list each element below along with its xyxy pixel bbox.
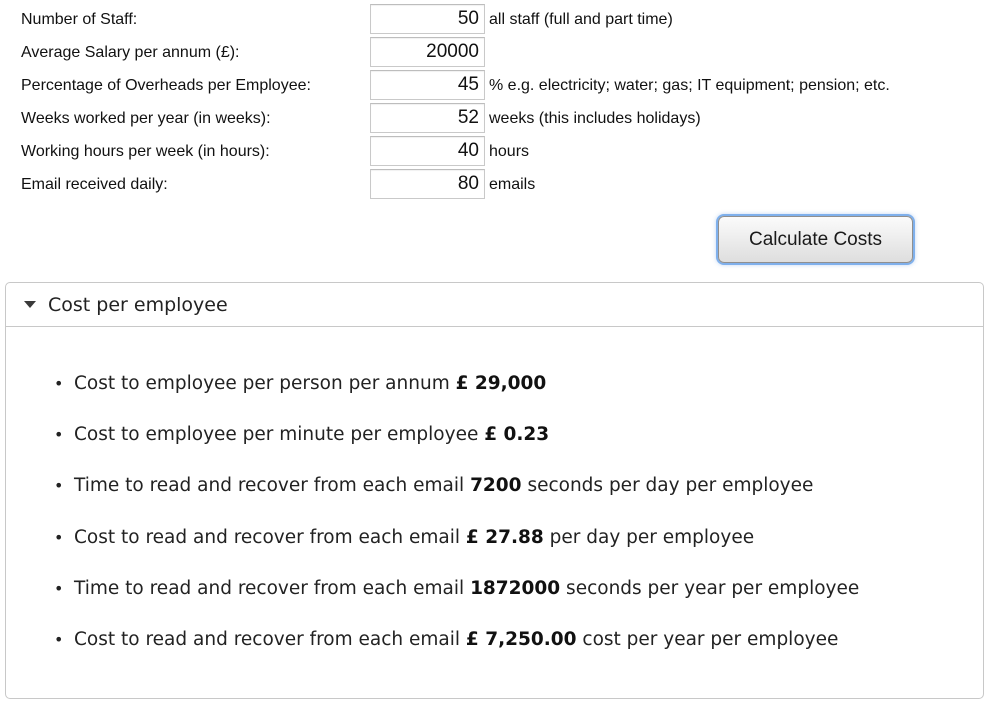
- result-value: £ 29,000: [455, 373, 547, 394]
- list-item: • Cost to read and recover from each ema…: [6, 527, 983, 578]
- overheads-label: Percentage of Overheads per Employee:: [21, 77, 311, 94]
- list-item: • Cost to employee per person per annum …: [6, 373, 983, 424]
- hours-label: Working hours per week (in hours):: [21, 143, 270, 160]
- result-text: Time to read and recover from each email…: [74, 475, 813, 497]
- result-value: 7200: [470, 475, 522, 497]
- hours-suffix: hours: [489, 143, 530, 160]
- bullet-icon: •: [54, 578, 64, 598]
- bullet-icon: •: [54, 425, 64, 445]
- bullet-icon: •: [54, 476, 64, 496]
- result-value: £ 0.23: [484, 424, 550, 446]
- result-text: Time to read and recover from each email…: [74, 578, 859, 600]
- result-suffix: cost per year per employee: [576, 628, 839, 650]
- cost-form: Number of Staff: all staff (full and par…: [0, 3, 988, 201]
- result-text: Cost to read and recover from each email…: [74, 629, 838, 651]
- result-text: Cost to employee per person per annum £ …: [74, 373, 546, 395]
- form-row-emails: Email received daily: emails: [0, 168, 988, 201]
- list-item: • Time to read and recover from each ema…: [6, 578, 983, 629]
- emails-input[interactable]: [370, 169, 485, 199]
- result-prefix: Cost to read and recover from each email: [74, 526, 466, 548]
- result-value: £ 7,250.00: [465, 628, 577, 650]
- bullet-icon: •: [54, 629, 64, 649]
- salary-label: Average Salary per annum (£):: [21, 44, 240, 61]
- list-item: • Time to read and recover from each ema…: [6, 475, 983, 526]
- cost-per-employee-panel: Cost per employee • Cost to employee per…: [5, 282, 984, 699]
- calculate-costs-button[interactable]: Calculate Costs: [718, 216, 913, 263]
- staff-label: Number of Staff:: [21, 11, 138, 28]
- result-text: Cost to read and recover from each email…: [74, 527, 754, 549]
- form-row-salary: Average Salary per annum (£):: [0, 36, 988, 69]
- panel-title: Cost per employee: [48, 294, 228, 316]
- result-suffix: per day per employee: [543, 526, 755, 548]
- weeks-label: Weeks worked per year (in weeks):: [21, 110, 271, 127]
- form-row-weeks: Weeks worked per year (in weeks): weeks …: [0, 102, 988, 135]
- weeks-input[interactable]: [370, 103, 485, 133]
- result-prefix: Time to read and recover from each email: [74, 577, 471, 599]
- list-item: • Cost to employee per minute per employ…: [6, 424, 983, 475]
- form-row-staff: Number of Staff: all staff (full and par…: [0, 3, 988, 36]
- result-value: 1872000: [470, 577, 561, 599]
- bullet-icon: •: [54, 527, 64, 547]
- overheads-suffix: % e.g. electricity; water; gas; IT equip…: [489, 77, 890, 94]
- panel-header[interactable]: Cost per employee: [6, 283, 983, 327]
- result-prefix: Cost to employee per person per annum: [74, 373, 456, 394]
- emails-label: Email received daily:: [21, 176, 168, 193]
- result-prefix: Time to read and recover from each email: [74, 475, 471, 497]
- result-suffix: seconds per year per employee: [560, 577, 860, 599]
- hours-input[interactable]: [370, 136, 485, 166]
- emails-suffix: emails: [489, 176, 536, 193]
- staff-input[interactable]: [370, 4, 485, 34]
- results-list: • Cost to employee per person per annum …: [6, 373, 983, 680]
- result-text: Cost to employee per minute per employee…: [74, 424, 549, 446]
- weeks-suffix: weeks (this includes holidays): [489, 110, 701, 127]
- result-value: £ 27.88: [465, 526, 544, 548]
- result-prefix: Cost to employee per minute per employee: [74, 424, 485, 446]
- result-suffix: seconds per day per employee: [521, 475, 814, 497]
- triangle-down-icon[interactable]: [24, 301, 36, 308]
- result-prefix: Cost to read and recover from each email: [74, 628, 466, 650]
- form-row-overheads: Percentage of Overheads per Employee: % …: [0, 69, 988, 102]
- salary-input[interactable]: [370, 37, 485, 67]
- form-row-hours: Working hours per week (in hours): hours: [0, 135, 988, 168]
- bullet-icon: •: [54, 374, 64, 393]
- list-item: • Cost to read and recover from each ema…: [6, 629, 983, 680]
- staff-suffix: all staff (full and part time): [489, 11, 673, 28]
- overheads-input[interactable]: [370, 70, 485, 100]
